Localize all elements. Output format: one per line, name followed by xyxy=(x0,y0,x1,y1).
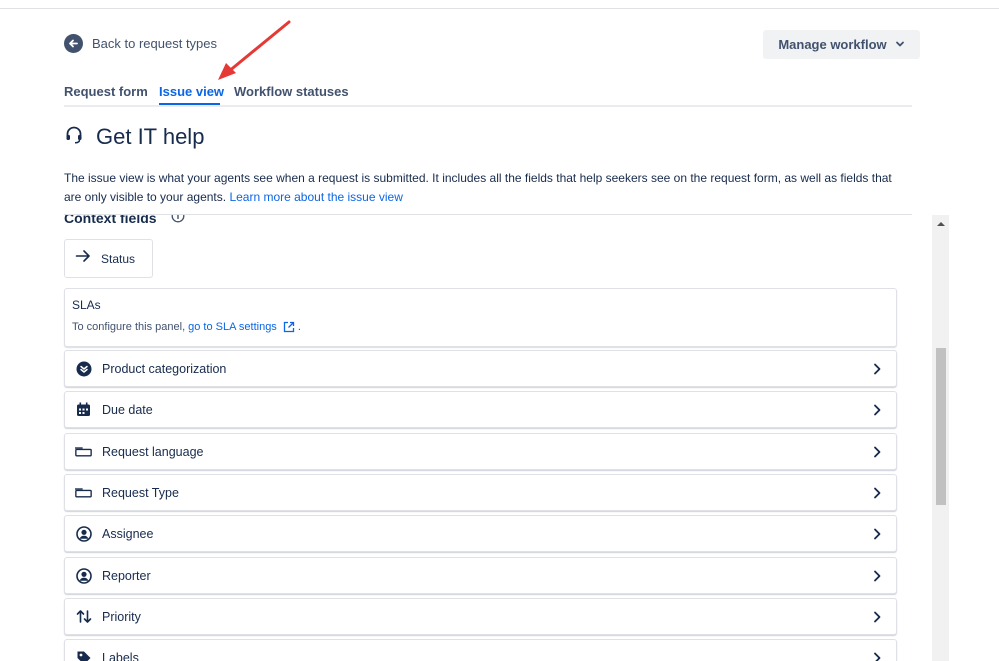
user-avatar-icon xyxy=(75,567,92,584)
manage-workflow-button[interactable]: Manage workflow xyxy=(763,30,920,59)
field-label: Request language xyxy=(102,444,204,459)
field-label: Product categorization xyxy=(102,361,227,376)
back-to-request-types-link[interactable]: Back to request types xyxy=(64,34,217,53)
text-field-icon xyxy=(75,443,92,460)
sla-settings-link-label: go to SLA settings xyxy=(188,321,277,333)
field-label: Priority xyxy=(102,609,141,624)
text-field-icon xyxy=(75,484,92,501)
tab-issue-view[interactable]: Issue view xyxy=(159,84,224,99)
top-divider xyxy=(0,8,999,9)
page-description: The issue view is what your agents see w… xyxy=(64,169,912,207)
chevron-right-icon xyxy=(870,445,884,459)
context-fields-label: Context fields xyxy=(64,215,157,226)
sla-text-suffix: . xyxy=(297,321,301,333)
back-link-label: Back to request types xyxy=(92,36,218,51)
calendar-icon xyxy=(75,401,92,418)
headset-icon xyxy=(64,125,84,150)
cascading-select-icon xyxy=(75,360,92,377)
field-label: Request Type xyxy=(102,485,179,500)
chevron-down-icon xyxy=(895,36,905,54)
chevron-right-icon xyxy=(870,651,884,661)
vertical-scrollbar[interactable] xyxy=(932,215,949,661)
status-field-card[interactable]: Status xyxy=(64,239,153,278)
manage-workflow-label: Manage workflow xyxy=(778,37,887,52)
scrollbar-thumb[interactable] xyxy=(936,348,946,505)
status-label: Status xyxy=(101,251,136,266)
priority-arrows-icon xyxy=(75,608,92,625)
chevron-right-icon xyxy=(870,362,884,376)
field-row-reporter[interactable]: Reporter xyxy=(64,557,897,594)
arrow-right-icon xyxy=(75,249,91,268)
chevron-right-icon xyxy=(870,527,884,541)
field-label: Labels xyxy=(102,650,139,661)
sla-title: SLAs xyxy=(72,298,101,312)
page-title: Get IT help xyxy=(96,124,205,149)
field-row-assignee[interactable]: Assignee xyxy=(64,515,897,552)
sla-text-prefix: To configure this panel, xyxy=(72,321,186,333)
field-row-product-categorization[interactable]: Product categorization xyxy=(64,350,897,387)
field-row-priority[interactable]: Priority xyxy=(64,598,897,635)
field-label: Due date xyxy=(102,402,153,417)
active-tab-indicator xyxy=(159,103,220,105)
sla-panel: SLAs To configure this panel, go to SLA … xyxy=(64,288,897,347)
info-icon[interactable] xyxy=(171,215,185,226)
context-fields-heading: Context fields xyxy=(64,215,185,226)
description-text: The issue view is what your agents see w… xyxy=(64,171,892,204)
chevron-right-icon xyxy=(870,403,884,417)
field-row-due-date[interactable]: Due date xyxy=(64,391,897,428)
tab-request-form[interactable]: Request form xyxy=(64,84,148,99)
chevron-right-icon xyxy=(870,610,884,624)
tab-bar: Request form Issue view Workflow statuse… xyxy=(64,84,912,107)
user-avatar-icon xyxy=(75,525,92,542)
page-title-row: Get IT help xyxy=(64,124,204,150)
scroll-up-arrow-icon[interactable] xyxy=(932,215,949,232)
external-link-icon[interactable] xyxy=(283,321,295,333)
chevron-right-icon xyxy=(870,569,884,583)
sla-config-text: To configure this panel, go to SLA setti… xyxy=(72,321,896,333)
field-label: Reporter xyxy=(102,568,151,583)
field-row-labels[interactable]: Labels xyxy=(64,639,897,661)
sla-settings-link[interactable]: go to SLA settings xyxy=(188,321,277,333)
learn-more-link[interactable]: Learn more about the issue view xyxy=(229,190,402,204)
tag-icon xyxy=(75,649,92,661)
arrow-left-circle-icon xyxy=(64,34,83,53)
chevron-right-icon xyxy=(870,486,884,500)
field-row-request-language[interactable]: Request language xyxy=(64,433,897,470)
field-label: Assignee xyxy=(102,526,154,541)
tab-workflow-statuses[interactable]: Workflow statuses xyxy=(234,84,349,99)
issue-view-scroll-panel[interactable]: Context fields Status SLAs To configure … xyxy=(0,215,932,661)
field-row-request-type[interactable]: Request Type xyxy=(64,474,897,511)
